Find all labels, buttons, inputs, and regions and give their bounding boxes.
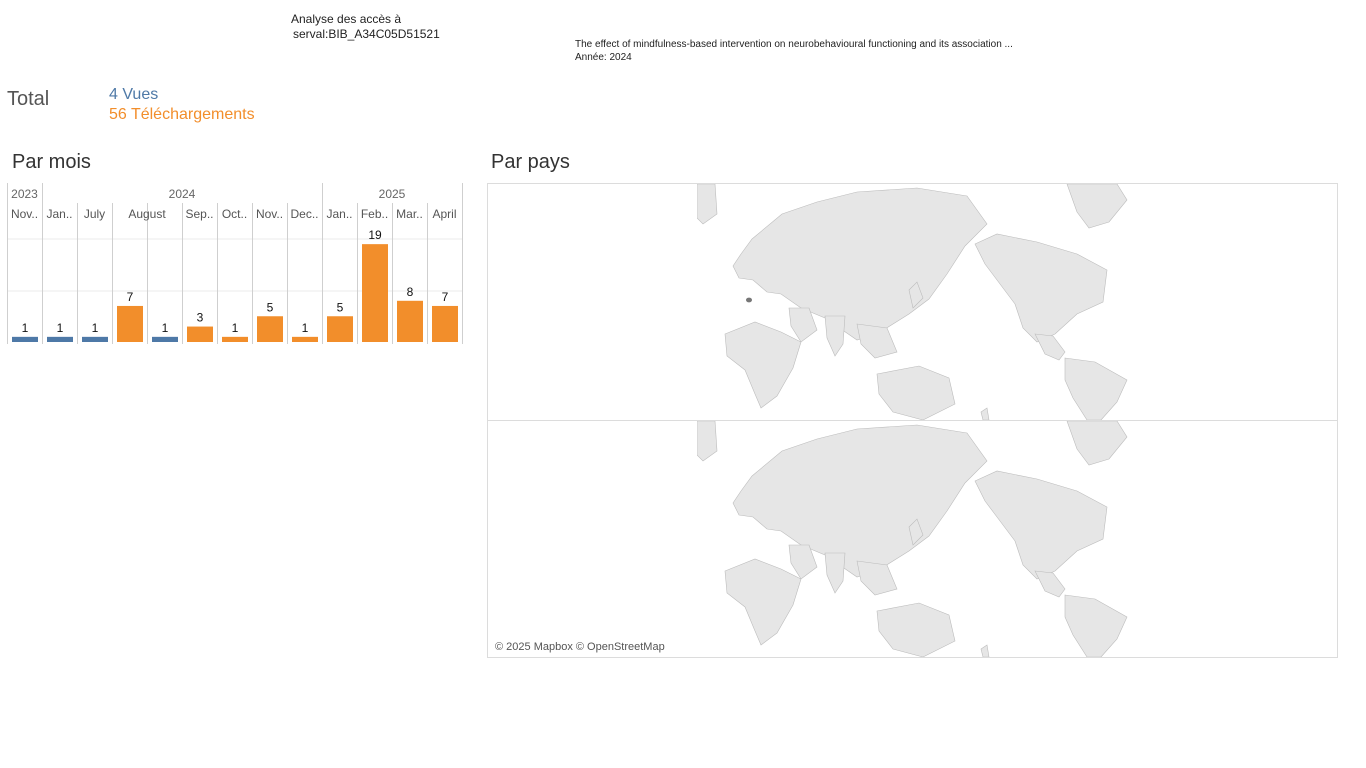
map-downloads[interactable] xyxy=(697,421,1128,657)
by-month-title: Par mois xyxy=(12,151,91,173)
document-info: The effect of mindfulness-based interven… xyxy=(575,38,1013,64)
year-label: 2025 xyxy=(379,187,406,201)
month-label: Jan.. xyxy=(326,207,352,221)
landmass-south-america xyxy=(1064,357,1128,420)
month-label: Nov.. xyxy=(11,207,38,221)
month-label: April xyxy=(432,207,456,221)
map-views[interactable] xyxy=(697,184,1128,420)
bar-views[interactable] xyxy=(82,336,108,342)
month-label: Sep.. xyxy=(185,207,213,221)
bar-downloads[interactable] xyxy=(187,326,213,342)
total-views: 4 Vues xyxy=(109,86,159,103)
bar-views[interactable] xyxy=(12,336,38,342)
landmass-india xyxy=(824,315,846,357)
landmass-north-america xyxy=(974,233,1108,343)
bar-value-label: 1 xyxy=(22,321,29,335)
month-label: Nov.. xyxy=(256,207,283,221)
monthly-bar-chart[interactable]: 2023 2024 2025 Nov.. Jan.. July August Sep.. Oct… xyxy=(7,183,463,345)
landmass-southeast-asia xyxy=(856,323,898,359)
bar-views[interactable] xyxy=(152,336,178,342)
total-label: Total xyxy=(7,88,50,110)
bar-downloads[interactable] xyxy=(222,336,248,342)
bar-downloads[interactable] xyxy=(292,336,318,342)
landmass-australia xyxy=(876,602,956,657)
bar-value-label: 5 xyxy=(267,300,274,314)
year-label: 2023 xyxy=(11,187,38,201)
landmass-europe-asia xyxy=(732,424,988,578)
bar-value-label: 19 xyxy=(368,228,382,242)
analysis-title-line1: Analyse des accès à xyxy=(291,12,402,26)
map-attribution: © 2025 Mapbox © OpenStreetMap xyxy=(495,641,665,653)
landmass-europe-asia xyxy=(732,187,988,341)
bar-downloads[interactable] xyxy=(362,244,388,342)
month-label: August xyxy=(128,207,166,221)
bar-value-label: 5 xyxy=(337,300,344,314)
document-year: Année: 2024 xyxy=(575,52,632,63)
landmass-central-america xyxy=(1034,333,1066,361)
month-label: Jan.. xyxy=(46,207,72,221)
month-label: Oct.. xyxy=(222,207,247,221)
by-country-title: Par pays xyxy=(491,151,570,173)
bar-downloads[interactable] xyxy=(397,300,423,342)
bar-downloads[interactable] xyxy=(327,316,353,342)
bar-value-label: 7 xyxy=(127,290,134,304)
bar-views[interactable] xyxy=(47,336,73,342)
landmass-new-zealand xyxy=(980,644,990,657)
landmass-india xyxy=(824,552,846,594)
document-title: The effect of mindfulness-based interven… xyxy=(575,39,1013,50)
bar-value-label: 8 xyxy=(407,285,414,299)
year-label: 2024 xyxy=(169,187,196,201)
bar-value-label: 7 xyxy=(442,290,449,304)
landmass-southeast-asia xyxy=(856,560,898,596)
month-label: Feb.. xyxy=(361,207,388,221)
highlighted-country-marker[interactable] xyxy=(746,297,752,303)
landmass-africa xyxy=(724,558,802,646)
landmass-australia xyxy=(876,365,956,420)
landmass-new-zealand xyxy=(980,407,990,420)
landmass-south-america xyxy=(1064,594,1128,657)
month-label: Mar.. xyxy=(396,207,423,221)
bar-value-label: 1 xyxy=(232,321,239,335)
analysis-title: Analyse des accès à serval:BIB_A34C05D51… xyxy=(291,12,440,42)
bar-value-label: 1 xyxy=(92,321,99,335)
analysis-title-id: serval:BIB_A34C05D51521 xyxy=(293,27,440,41)
bar-value-label: 1 xyxy=(302,321,309,335)
landmass-north-america xyxy=(974,470,1108,580)
month-label: Dec.. xyxy=(290,207,318,221)
landmass-greenland xyxy=(1066,184,1128,229)
landmass-svalbard xyxy=(697,421,718,462)
bar-downloads[interactable] xyxy=(257,316,283,342)
landmass-africa xyxy=(724,321,802,409)
landmass-svalbard xyxy=(697,184,718,225)
bar-value-label: 3 xyxy=(197,311,204,325)
world-map[interactable]: © 2025 Mapbox © OpenStreetMap xyxy=(487,183,1338,658)
total-downloads: 56 Téléchargements xyxy=(109,106,255,123)
bar-downloads[interactable] xyxy=(432,305,458,342)
month-label: July xyxy=(84,207,105,221)
bar-value-label: 1 xyxy=(57,321,64,335)
bar-value-label: 1 xyxy=(162,321,169,335)
landmass-greenland xyxy=(1066,421,1128,466)
bar-downloads[interactable] xyxy=(117,305,143,342)
landmass-central-america xyxy=(1034,570,1066,598)
